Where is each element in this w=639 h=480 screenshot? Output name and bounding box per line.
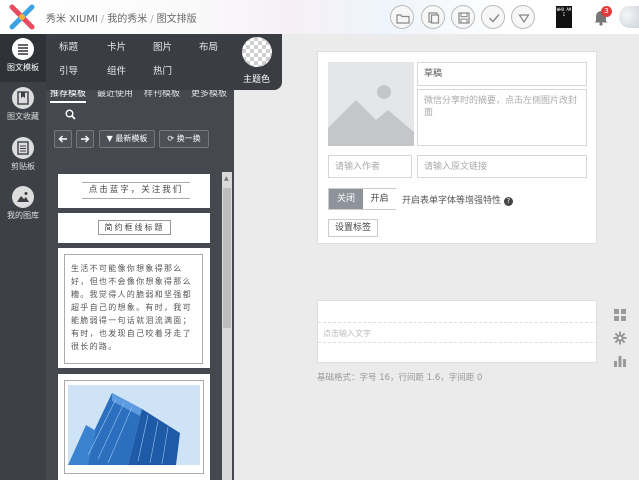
card-text: 简约框线标题 xyxy=(104,223,165,232)
arrow-right-icon xyxy=(81,135,90,143)
image-placeholder-icon xyxy=(328,85,414,146)
qr-code-icon[interactable]: WHO AM I xyxy=(556,6,572,28)
sidebar-item-label: 图文模板 xyxy=(7,63,39,72)
next-button[interactable] xyxy=(76,130,94,148)
category-component[interactable]: 组件 xyxy=(107,63,126,77)
category-card[interactable]: 卡片 xyxy=(107,39,126,53)
sidebar-item-label: 图文收藏 xyxy=(7,112,39,121)
filter-button[interactable]: ▼ 最新模板 xyxy=(99,130,155,148)
template-list: 点击蓝字，关注我们 简约框线标题 生活不可能像你想象得那么好，但也不会像你想象得… xyxy=(54,172,221,480)
sidebar-item-clipboard[interactable]: 剪贴板 xyxy=(0,133,46,181)
category-image[interactable]: 图片 xyxy=(153,39,172,53)
template-card-frame-title[interactable]: 简约框线标题 xyxy=(58,213,210,243)
toggle-off-button[interactable]: 关闭 xyxy=(329,189,363,209)
preview-button[interactable] xyxy=(481,5,505,29)
grid-icon[interactable] xyxy=(613,308,627,322)
prev-button[interactable] xyxy=(54,130,72,148)
template-scrollbar[interactable]: ▲ xyxy=(222,172,232,480)
folder-icon xyxy=(396,14,410,24)
qr-label: WHO AM I xyxy=(556,7,572,17)
refresh-icon: ⟳ xyxy=(167,134,175,143)
template-card-follow[interactable]: 点击蓝字，关注我们 xyxy=(58,174,210,208)
toggle-note-text: 开启表单字体等增强特性 xyxy=(402,196,502,206)
chevron-down-icon xyxy=(518,14,530,24)
format-info: 基础格式：字号 16，行间距 1.6，字间距 0 xyxy=(317,373,483,383)
refresh-label: 换一换 xyxy=(176,134,201,143)
refresh-button[interactable]: ⟳ 换一换 xyxy=(159,130,209,148)
filter-label: 最新模板 xyxy=(115,134,148,143)
left-sidebar: 图文模板 图文收藏 剪贴板 我的图库 xyxy=(0,34,46,480)
theme-color-label[interactable]: 主题色 xyxy=(243,72,270,85)
clipboard-icon xyxy=(12,137,34,159)
top-header: 秀米 XIUMI / 我的秀米 / 图文排版 WHO AM I 3 xyxy=(0,0,639,34)
toggle-note: 开启表单字体等增强特性 ? xyxy=(402,193,513,206)
copy-button[interactable] xyxy=(421,5,445,29)
more-button[interactable] xyxy=(511,5,535,29)
template-card-paragraph[interactable]: 生活不可能像你想象得那么好，但也不会像你想象得那么糟。我觉得人的脆弱和坚强都超乎… xyxy=(58,248,210,368)
content-divider xyxy=(318,342,598,343)
enhanced-toggle[interactable]: 关闭 开启 xyxy=(328,188,396,210)
cover-image-placeholder[interactable] xyxy=(328,62,414,146)
copy-icon xyxy=(428,12,440,24)
toggle-on-button[interactable]: 开启 xyxy=(363,189,396,209)
building-photo xyxy=(68,385,200,465)
sidebar-item-gallery[interactable]: 我的图库 xyxy=(0,182,46,230)
scroll-up-icon[interactable]: ▲ xyxy=(224,175,229,182)
breadcrumb: 秀米 XIUMI / 我的秀米 / 图文排版 xyxy=(46,14,197,25)
card-frame xyxy=(64,380,204,474)
save-icon xyxy=(458,12,470,24)
content-divider xyxy=(318,322,598,323)
title-input[interactable]: 草稿 xyxy=(417,62,587,86)
bar-chart-icon[interactable] xyxy=(613,354,627,368)
check-icon xyxy=(489,14,500,23)
sidebar-item-label: 剪贴板 xyxy=(11,162,35,171)
save-button[interactable] xyxy=(451,5,475,29)
arrow-left-icon xyxy=(58,135,67,143)
sidebar-item-favorites[interactable]: 图文收藏 xyxy=(0,83,46,131)
template-panel: 推荐模板 最近使用 样刊模板 更多模板 ▼ 最新模板 ⟳ 换一换 点击蓝字，关注… xyxy=(46,80,234,480)
source-link-input[interactable]: 请输入原文链接 xyxy=(417,155,587,178)
gear-icon[interactable] xyxy=(613,331,627,345)
content-editor[interactable]: 点击输入文字 xyxy=(317,300,598,363)
card-frame: 点击蓝字，关注我们 xyxy=(82,182,190,199)
category-hot[interactable]: 热门 xyxy=(153,63,172,77)
breadcrumb-layout: 图文排版 xyxy=(156,14,197,25)
image-icon xyxy=(12,186,34,208)
help-icon[interactable]: ? xyxy=(503,197,513,206)
search-icon[interactable] xyxy=(65,109,76,120)
author-input[interactable]: 请输入作者 xyxy=(328,155,412,178)
card-text: 生活不可能像你想象得那么好，但也不会像你想象得那么糟。我觉得人的脆弱和坚强都超乎… xyxy=(71,264,192,351)
sidebar-item-label: 我的图库 xyxy=(7,211,39,220)
category-title[interactable]: 标题 xyxy=(59,39,78,53)
breadcrumb-my-xiumi[interactable]: 我的秀米 xyxy=(107,14,147,25)
category-layout[interactable]: 布局 xyxy=(199,39,218,53)
sidebar-item-templates[interactable]: 图文模板 xyxy=(0,34,46,82)
category-guide[interactable]: 引导 xyxy=(59,63,78,77)
template-card-image[interactable] xyxy=(58,374,210,480)
content-placeholder[interactable]: 点击输入文字 xyxy=(323,328,371,339)
card-frame: 生活不可能像你想象得那么好，但也不会像你想象得那么糟。我觉得人的脆弱和坚强都超乎… xyxy=(64,254,203,364)
brand-link[interactable]: 秀米 XIUMI xyxy=(46,14,98,25)
card-text: 点击蓝字，关注我们 xyxy=(88,185,184,195)
xiumi-logo-icon[interactable] xyxy=(9,4,35,30)
open-button[interactable] xyxy=(390,5,414,29)
notification-badge: 3 xyxy=(601,6,612,17)
avatar[interactable] xyxy=(619,6,639,28)
scroll-thumb[interactable] xyxy=(223,188,231,328)
set-tags-button[interactable]: 设置标签 xyxy=(328,219,379,237)
bookmark-icon xyxy=(12,87,34,109)
theme-color-swatch[interactable] xyxy=(242,37,272,67)
card-frame: 简约框线标题 xyxy=(98,220,171,235)
summary-input[interactable]: 微信分享时的摘要，点击左侧图片改封面 xyxy=(417,89,587,146)
article-settings-card: 草稿 微信分享时的摘要，点击左侧图片改封面 请输入作者 请输入原文链接 关闭 开… xyxy=(317,51,597,244)
filter-icon: ▼ xyxy=(106,134,113,143)
list-icon xyxy=(12,38,34,60)
